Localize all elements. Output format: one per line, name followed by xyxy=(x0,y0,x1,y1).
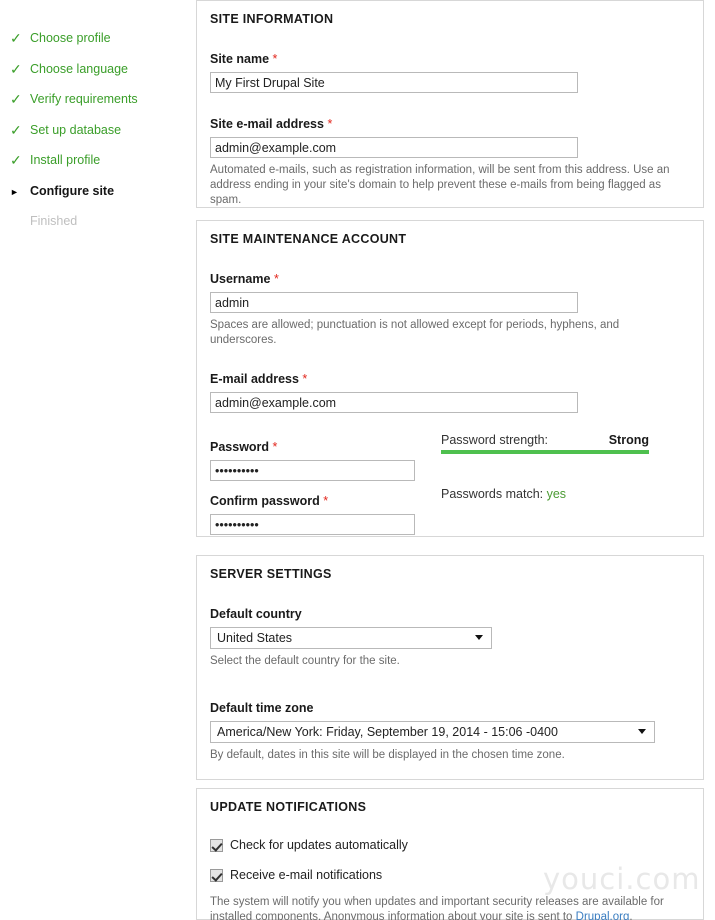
required-marker: * xyxy=(327,117,332,131)
sidebar-step-label: Configure site xyxy=(30,184,114,199)
username-description: Spaces are allowed; punctuation is not a… xyxy=(210,318,682,348)
check-icon: ✓ xyxy=(10,62,30,77)
update-description-period: . xyxy=(629,911,632,920)
sidebar-step-choose-language: ✓ Choose language xyxy=(0,62,196,93)
default-timezone-value: America/New York: Friday, September 19, … xyxy=(211,725,558,739)
check-updates-label: Check for updates automatically xyxy=(230,838,408,852)
update-notifications-description: The system will notify you when updates … xyxy=(210,895,682,920)
sidebar-step-install-profile: ✓ Install profile xyxy=(0,153,196,184)
site-name-input[interactable] xyxy=(210,72,578,93)
sidebar-step-configure-site: ► Configure site xyxy=(0,184,196,215)
check-icon: ✓ xyxy=(10,31,30,46)
sidebar-step-verify-requirements: ✓ Verify requirements xyxy=(0,92,196,123)
password-strength-indicator: Password strength: Strong xyxy=(441,433,649,454)
username-label: Username * xyxy=(210,272,279,286)
password-label: Password * xyxy=(210,440,277,454)
chevron-down-icon xyxy=(638,729,646,734)
account-email-label-text: E-mail address xyxy=(210,372,299,386)
check-updates-checkbox[interactable] xyxy=(210,839,223,852)
default-timezone-select[interactable]: America/New York: Friday, September 19, … xyxy=(210,721,655,743)
drupal-org-link[interactable]: Drupal.org xyxy=(576,911,630,920)
site-email-input[interactable] xyxy=(210,137,578,158)
required-marker: * xyxy=(302,372,307,386)
section-heading: SERVER SETTINGS xyxy=(210,567,690,581)
receive-email-label: Receive e-mail notifications xyxy=(230,868,382,882)
receive-email-row[interactable]: Receive e-mail notifications xyxy=(210,868,690,882)
check-icon: ✓ xyxy=(10,92,30,107)
receive-email-checkbox[interactable] xyxy=(210,869,223,882)
confirm-password-label-text: Confirm password xyxy=(210,494,320,508)
username-input[interactable] xyxy=(210,292,578,313)
default-timezone-label: Default time zone xyxy=(210,701,314,715)
required-marker: * xyxy=(323,494,328,508)
sidebar-step-choose-profile: ✓ Choose profile xyxy=(0,31,196,62)
password-strength-value: Strong xyxy=(609,433,649,447)
password-input[interactable] xyxy=(210,460,415,481)
sidebar-step-label: Install profile xyxy=(30,153,100,168)
site-name-label-text: Site name xyxy=(210,52,269,66)
passwords-match-status: Passwords match: yes xyxy=(441,487,566,501)
passwords-match-label: Passwords match: xyxy=(441,487,543,501)
site-email-description: Automated e-mails, such as registration … xyxy=(210,163,682,208)
sidebar-step-label: Choose language xyxy=(30,62,128,77)
required-marker: * xyxy=(274,272,279,286)
sidebar-step-label: Choose profile xyxy=(30,31,111,46)
sidebar-step-finished: Finished xyxy=(0,214,196,245)
check-updates-row[interactable]: Check for updates automatically xyxy=(210,838,690,852)
section-heading: SITE MAINTENANCE ACCOUNT xyxy=(210,232,690,246)
passwords-match-value: yes xyxy=(547,487,566,501)
default-country-label: Default country xyxy=(210,607,302,621)
section-heading: SITE INFORMATION xyxy=(210,12,690,26)
required-marker: * xyxy=(273,440,278,454)
default-country-description: Select the default country for the site. xyxy=(210,654,682,669)
default-country-select[interactable]: United States xyxy=(210,627,492,649)
confirm-password-input[interactable] xyxy=(210,514,415,535)
default-timezone-description: By default, dates in this site will be d… xyxy=(210,748,682,763)
server-settings-panel: SERVER SETTINGS Default country United S… xyxy=(196,555,704,780)
install-steps-sidebar: ✓ Choose profile ✓ Choose language ✓ Ver… xyxy=(0,0,196,920)
site-email-label: Site e-mail address * xyxy=(210,117,332,131)
username-label-text: Username xyxy=(210,272,270,286)
site-information-panel: SITE INFORMATION Site name * Site e-mail… xyxy=(196,0,704,208)
account-email-input[interactable] xyxy=(210,392,578,413)
password-strength-label: Password strength: xyxy=(441,433,548,447)
sidebar-step-label: Verify requirements xyxy=(30,92,138,107)
password-label-text: Password xyxy=(210,440,269,454)
site-name-label: Site name * xyxy=(210,52,277,66)
password-strength-bar xyxy=(441,450,649,454)
drupal-install-configure-page: ✓ Choose profile ✓ Choose language ✓ Ver… xyxy=(0,0,715,920)
required-marker: * xyxy=(273,52,278,66)
default-country-value: United States xyxy=(211,631,292,645)
update-notifications-panel: UPDATE NOTIFICATIONS Check for updates a… xyxy=(196,788,704,920)
account-email-label: E-mail address * xyxy=(210,372,307,386)
sidebar-step-label: Finished xyxy=(10,214,77,229)
confirm-password-label: Confirm password * xyxy=(210,494,328,508)
section-heading: UPDATE NOTIFICATIONS xyxy=(210,800,690,814)
chevron-down-icon xyxy=(475,635,483,640)
sidebar-step-label: Set up database xyxy=(30,123,121,138)
check-icon: ✓ xyxy=(10,153,30,168)
site-email-label-text: Site e-mail address xyxy=(210,117,324,131)
sidebar-step-set-up-database: ✓ Set up database xyxy=(0,123,196,154)
check-icon: ✓ xyxy=(10,123,30,138)
triangle-right-icon: ► xyxy=(10,184,30,201)
